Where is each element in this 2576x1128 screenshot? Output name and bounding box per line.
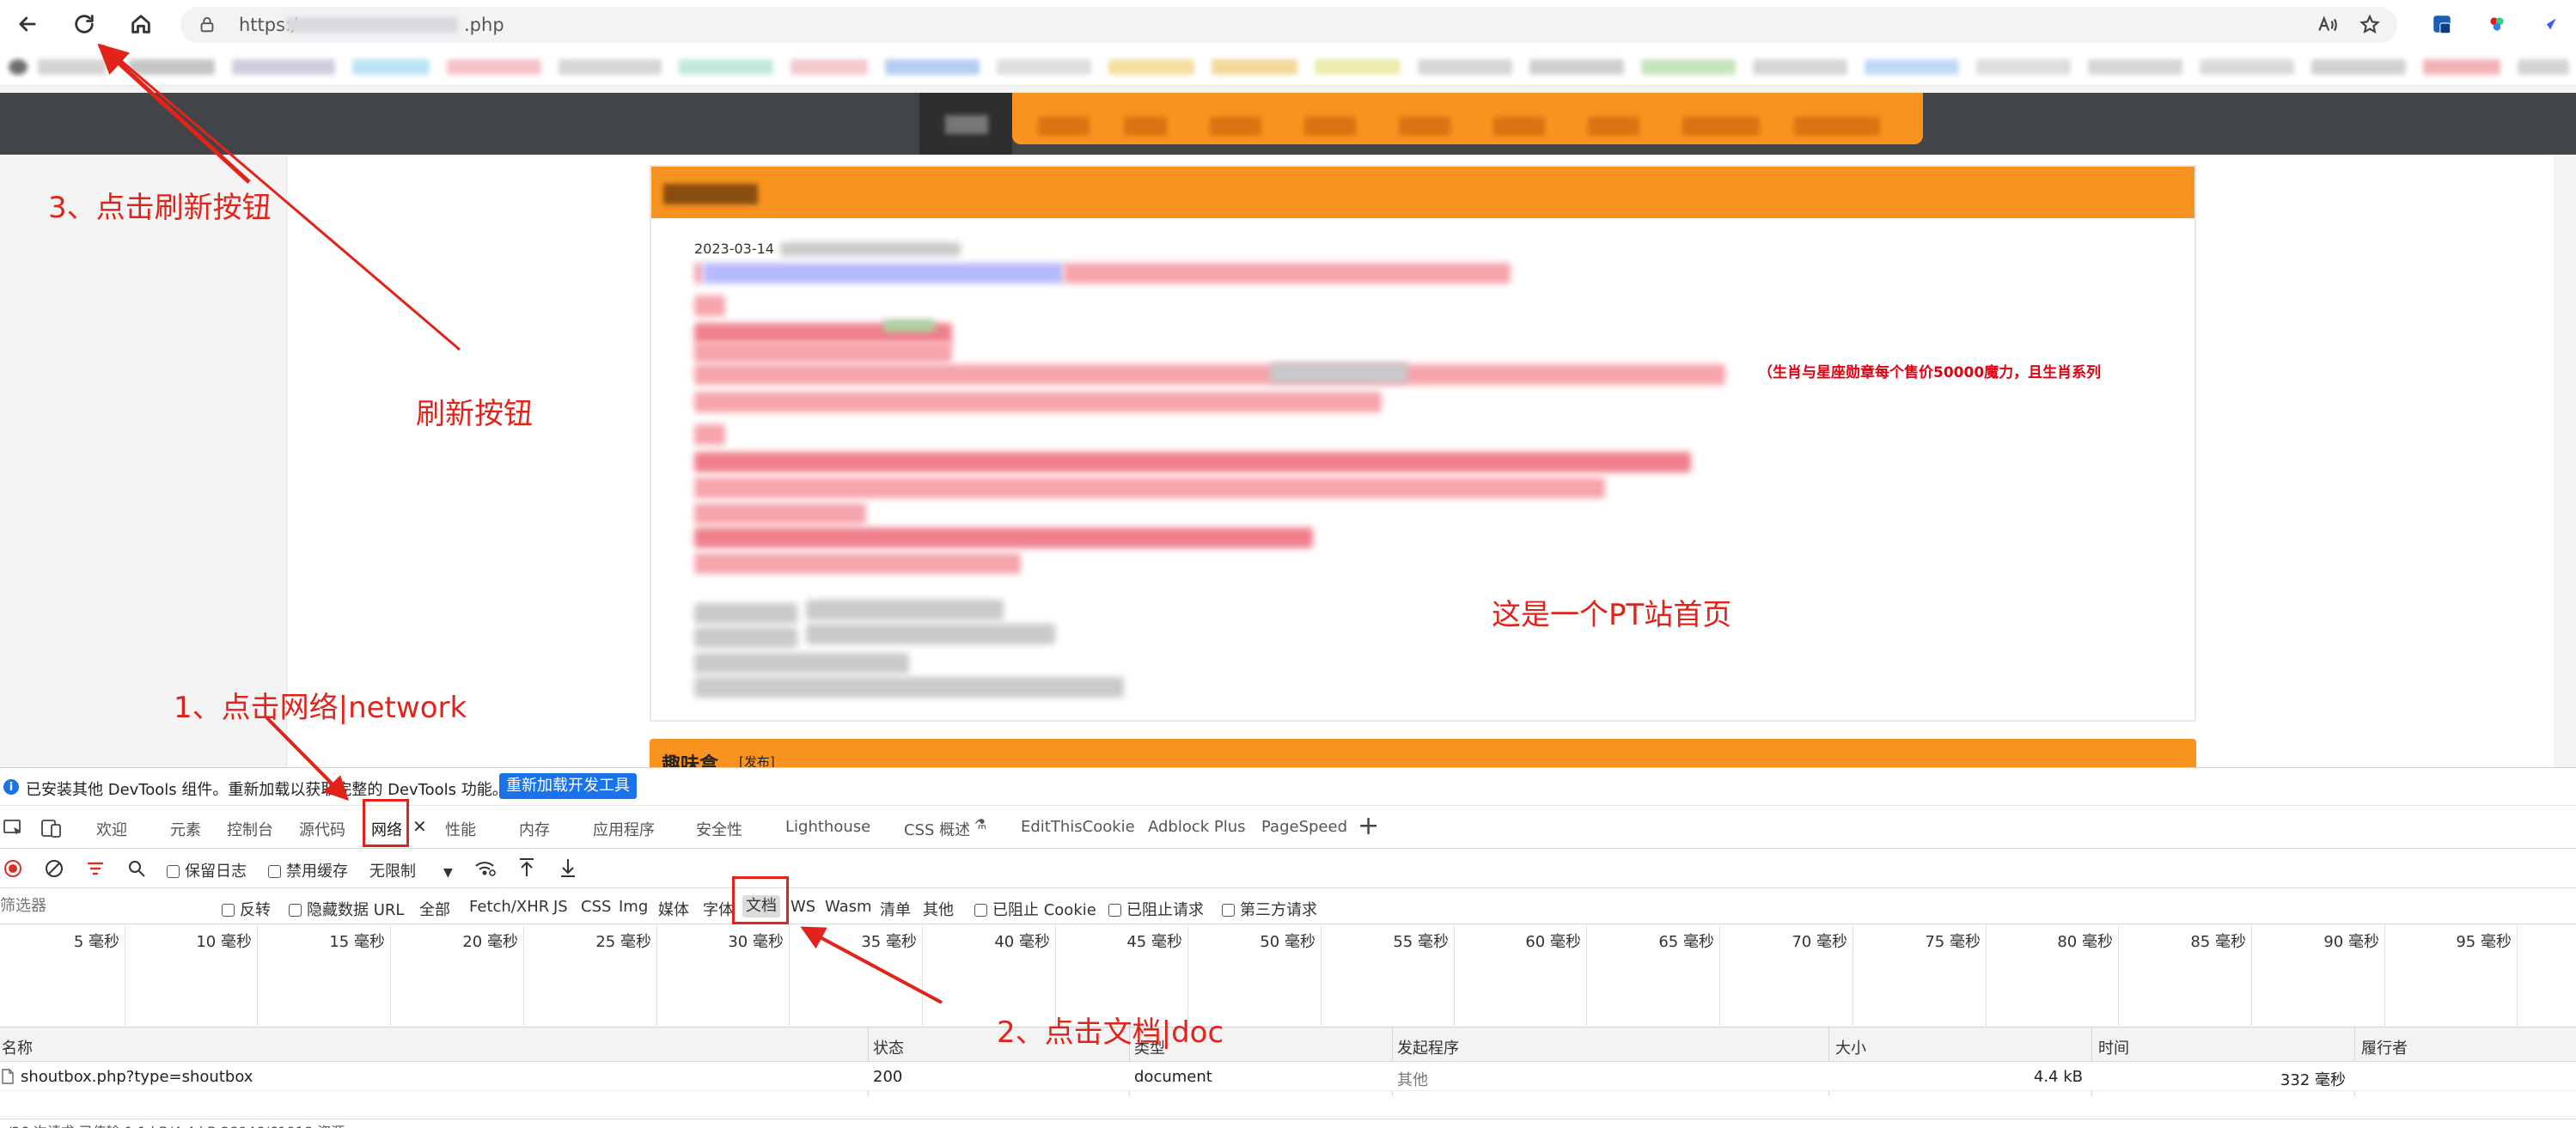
annotation-refresh-label: 刷新按钮 [416,397,533,431]
annotation-step1: 1、点击网络|network [174,691,467,725]
annotation-step2: 2、点击文档|doc [997,1015,1224,1050]
highlight-doc-filter [732,876,789,924]
arrow-to-network-tab [265,716,349,801]
annotation-pt-home: 这是一个PT站首页 [1492,598,1732,632]
annotation-step3: 3、点击刷新按钮 [48,191,272,225]
arrow-to-doc-filter [800,926,943,1004]
arrow-to-refresh [97,43,251,184]
highlight-network-tab [363,799,409,847]
annotation-arrows [97,43,943,1004]
